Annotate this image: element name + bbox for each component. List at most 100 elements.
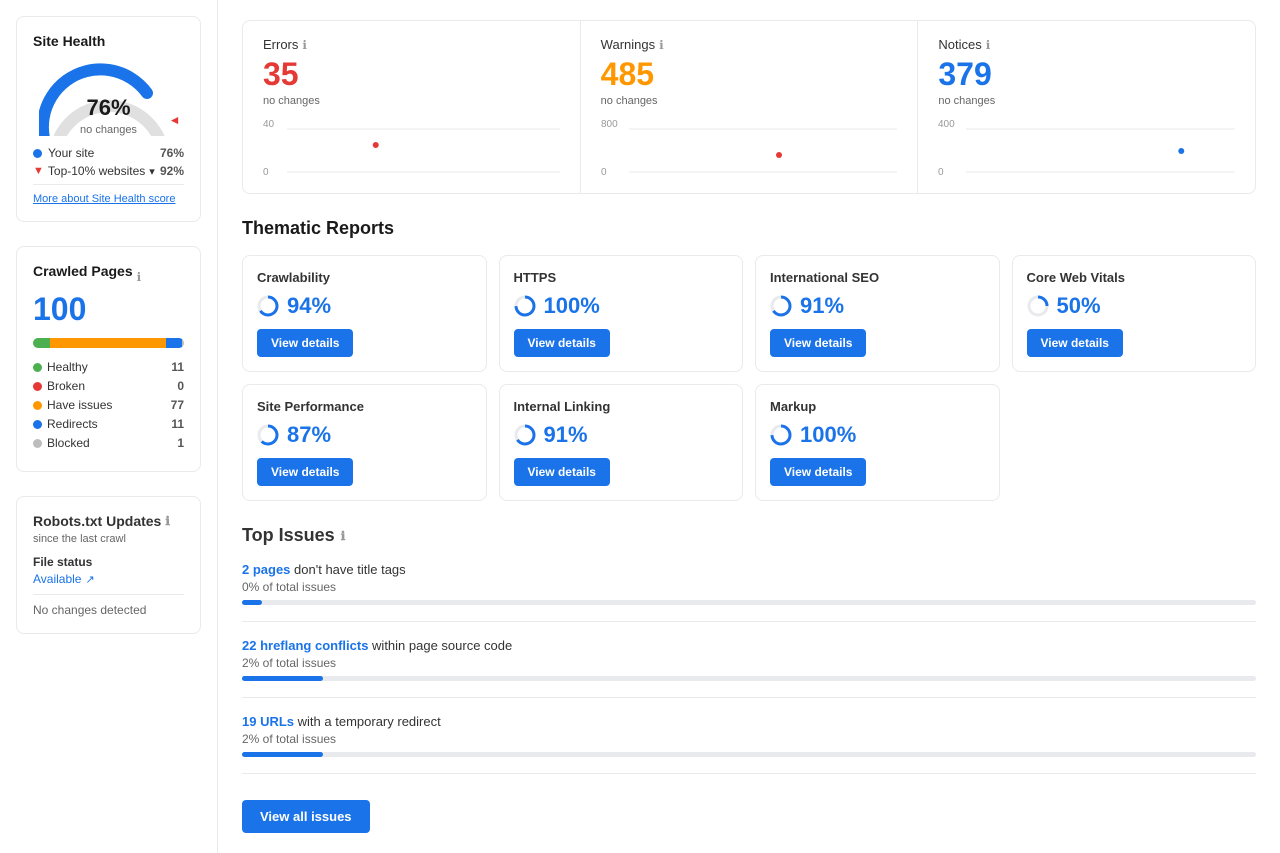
report-crawlability: Crawlability 94% View details [242,255,487,372]
report-https: HTTPS 100% View details [499,255,744,372]
gauge-percent: 76% [80,95,137,121]
int-seo-name: International SEO [770,270,985,285]
issue-3-bar-fill [242,752,323,757]
robots-title: Robots.txt Updates [33,513,161,529]
crawlability-icon [257,295,279,317]
markup-name: Markup [770,399,985,414]
top10-value: 92% [160,164,184,178]
blocked-label: Blocked [47,436,90,450]
your-site-dot [33,149,42,158]
svg-text:40: 40 [263,119,275,130]
int-link-score: 91% [514,422,729,448]
int-seo-icon [770,295,792,317]
more-about-site-health-link[interactable]: More about Site Health score [33,184,184,205]
reports-empty-cell [1012,384,1257,501]
site-perf-view-details-btn[interactable]: View details [257,458,353,486]
crawled-progress-bar [33,338,184,348]
external-link-icon[interactable]: ↗ [85,573,94,586]
crawled-pages-info-icon[interactable]: ℹ [137,270,142,284]
errors-change: no changes [263,95,560,107]
your-site-label: Your site [48,146,94,160]
site-health-card: Site Health 76% no changes ◄ [16,16,201,222]
blocked-segment [182,338,184,348]
issue-3-link[interactable]: 19 URLs [242,714,294,729]
top-issues-info-icon[interactable]: ℹ [341,529,346,543]
warnings-chart: 800 0 [601,117,898,177]
warnings-title: Warnings ℹ [601,37,898,52]
issue-3-bar-bg [242,752,1256,757]
issue-row-2: 22 hreflang conflicts within page source… [242,638,1256,698]
issues-count: 77 [171,398,184,412]
crawled-pages-card: Crawled Pages ℹ 100 Healthy 11 Broken [16,246,201,472]
svg-text:0: 0 [601,167,607,177]
crawled-pages-title: Crawled Pages [33,263,133,279]
issues-label: Have issues [47,398,112,412]
top-issues-section: Top Issues ℹ 2 pages don't have title ta… [242,525,1256,833]
https-score: 100% [514,293,729,319]
redirects-dot [33,420,42,429]
report-site-performance: Site Performance 87% View details [242,384,487,501]
issue-1-link[interactable]: 2 pages [242,562,290,577]
site-health-title: Site Health [33,33,184,49]
top10-dropdown-icon[interactable]: ▾ [149,165,155,178]
top10-arrow-icon: ▼ [33,165,44,177]
broken-count: 0 [177,379,184,393]
gauge-no-changes: no changes [80,124,137,136]
blocked-dot [33,439,42,448]
robots-info-icon[interactable]: ℹ [165,514,170,528]
cwv-name: Core Web Vitals [1027,270,1242,285]
cwv-view-details-btn[interactable]: View details [1027,329,1123,357]
blocked-count: 1 [177,436,184,450]
broken-label: Broken [47,379,85,393]
gauge-text: 76% no changes [80,95,137,136]
main-content: Errors ℹ 35 no changes 40 0 Warnings ℹ [218,0,1280,853]
issues-segment [50,338,166,348]
errors-title: Errors ℹ [263,37,560,52]
legend-healthy: Healthy 11 [33,360,184,374]
issue-2-text: 22 hreflang conflicts within page source… [242,638,1256,653]
robots-divider [33,594,184,595]
healthy-count: 11 [171,360,184,374]
https-name: HTTPS [514,270,729,285]
issue-2-bar-fill [242,676,323,681]
int-link-name: Internal Linking [514,399,729,414]
markup-view-details-btn[interactable]: View details [770,458,866,486]
broken-dot [33,382,42,391]
robots-subtitle: since the last crawl [33,533,184,545]
issue-3-text: 19 URLs with a temporary redirect [242,714,1256,729]
int-seo-view-details-btn[interactable]: View details [770,329,866,357]
int-link-view-details-btn[interactable]: View details [514,458,610,486]
redirects-segment [166,338,183,348]
errors-card: Errors ℹ 35 no changes 40 0 [243,21,581,193]
site-perf-icon [257,424,279,446]
site-stats: Your site 76% ▼ Top-10% websites ▾ 92% [33,146,184,178]
issue-2-bar-bg [242,676,1256,681]
issue-1-bar-fill [242,600,262,605]
crawlability-name: Crawlability [257,270,472,285]
errors-info-icon[interactable]: ℹ [302,38,307,52]
gauge-arrow: ◄ [169,113,179,127]
int-link-icon [514,424,536,446]
issue-row-1: 2 pages don't have title tags 0% of tota… [242,562,1256,622]
warnings-info-icon[interactable]: ℹ [659,38,664,52]
crawlability-view-details-btn[interactable]: View details [257,329,353,357]
issue-2-link[interactable]: 22 hreflang conflicts [242,638,368,653]
notices-chart-svg: 400 0 [938,117,1235,177]
int-seo-score: 91% [770,293,985,319]
svg-text:0: 0 [938,167,944,177]
notices-info-icon[interactable]: ℹ [986,38,991,52]
issue-2-pct: 2% of total issues [242,656,1256,670]
notices-value: 379 [938,56,1235,93]
notices-title: Notices ℹ [938,37,1235,52]
view-all-issues-btn[interactable]: View all issues [242,800,370,833]
issue-3-pct: 2% of total issues [242,732,1256,746]
report-markup: Markup 100% View details [755,384,1000,501]
https-view-details-btn[interactable]: View details [514,329,610,357]
crawled-count: 100 [33,291,184,328]
legend-have-issues: Have issues 77 [33,398,184,412]
metrics-row: Errors ℹ 35 no changes 40 0 Warnings ℹ [242,20,1256,194]
crawlability-score: 94% [257,293,472,319]
redirects-count: 11 [171,417,184,431]
robots-title-row: Robots.txt Updates ℹ [33,513,184,529]
errors-chart-svg: 40 0 [263,117,560,177]
